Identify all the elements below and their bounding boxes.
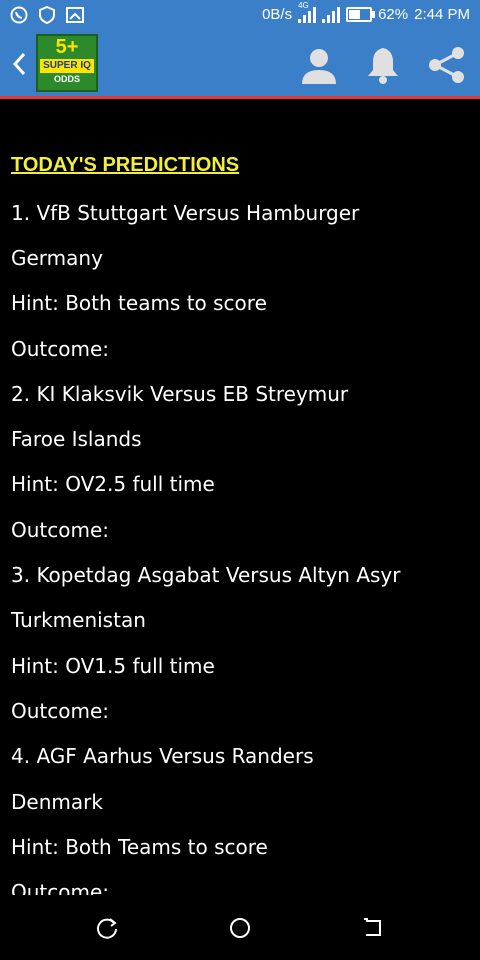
prediction-hint: Hint: OV1.5 full time	[11, 654, 215, 678]
screenshot-icon	[66, 6, 84, 24]
prediction-country: Germany	[11, 246, 103, 270]
app-logo[interactable]: 5+ SUPER IQ ODDS	[36, 34, 98, 92]
prediction-outcome: Outcome:	[11, 337, 110, 361]
recent-apps-icon[interactable]	[360, 915, 386, 941]
back-nav-icon[interactable]	[94, 915, 120, 941]
prediction-match: 3. Kopetdag Asgabat Versus Altyn Asyr	[11, 563, 401, 587]
status-bar: 0B/s 4G 62% 2:44 PM	[0, 0, 480, 32]
battery-icon	[346, 7, 376, 22]
whatsapp-icon	[10, 6, 28, 24]
net-speed: 0B/s	[262, 6, 293, 23]
prediction-hint: Hint: Both teams to score	[11, 291, 267, 315]
prediction-country: Denmark	[11, 790, 103, 814]
prediction-hint: Hint: OV2.5 full time	[11, 472, 215, 496]
prediction-country: Faroe Islands	[11, 427, 142, 451]
home-icon[interactable]	[227, 915, 253, 941]
user-icon[interactable]	[298, 44, 340, 86]
app-bar: 5+ SUPER IQ ODDS	[0, 32, 480, 99]
predictions-content[interactable]: TODAY'S PREDICTIONS 1. VfB Stuttgart Ver…	[0, 100, 480, 895]
back-icon[interactable]	[8, 48, 32, 80]
prediction-match: 4. AGF Aarhus Versus Randers	[11, 744, 314, 768]
signal-icon	[322, 6, 341, 23]
prediction-hint: Hint: Both Teams to score	[11, 835, 268, 859]
prediction-outcome: Outcome:	[11, 518, 110, 542]
prediction-match: 2. KI Klaksvik Versus EB Streymur	[11, 382, 349, 406]
share-icon[interactable]	[426, 44, 468, 86]
clock: 2:44 PM	[414, 6, 470, 23]
prediction-match: 1. VfB Stuttgart Versus Hamburger	[11, 201, 360, 225]
page-title: TODAY'S PREDICTIONS	[11, 154, 240, 176]
bell-icon[interactable]	[362, 44, 404, 86]
shield-icon	[38, 6, 56, 24]
navigation-bar	[0, 895, 480, 960]
battery-percent: 62%	[378, 6, 409, 23]
signal-icon: 4G	[298, 1, 317, 23]
prediction-outcome: Outcome:	[11, 699, 110, 723]
network-type: 4G	[298, 0, 309, 10]
prediction-country: Turkmenistan	[11, 608, 146, 632]
prediction-outcome: Outcome:	[11, 880, 110, 895]
